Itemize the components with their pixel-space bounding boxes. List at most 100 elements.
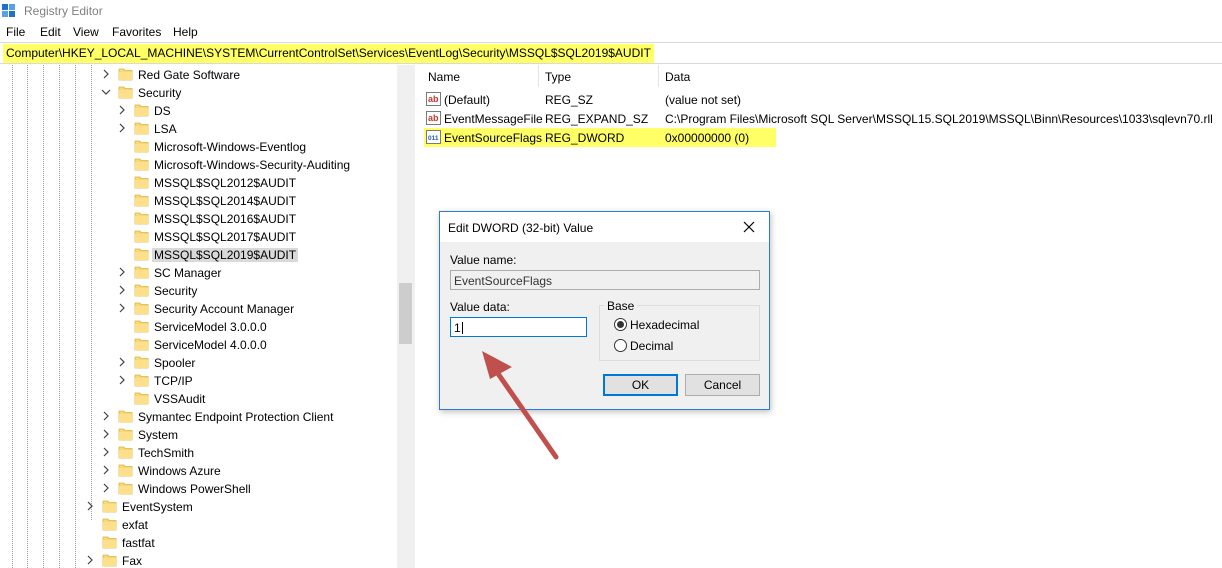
tree-item-label[interactable]: ServiceModel 3.0.0.0 [152, 320, 269, 334]
tree-item[interactable]: DS [0, 102, 395, 120]
close-icon[interactable] [740, 218, 758, 236]
tree-item[interactable]: exfat [0, 516, 395, 534]
chevron-right-icon[interactable] [101, 68, 111, 80]
tree-item-label[interactable]: Spooler [152, 356, 197, 370]
menu-favorites[interactable]: Favorites [112, 25, 161, 39]
tree-item-label[interactable]: EventSystem [120, 500, 195, 514]
tree-item-label[interactable]: MSSQL$SQL2012$AUDIT [152, 176, 298, 190]
chevron-right-icon[interactable] [101, 410, 111, 422]
tree-item[interactable]: Fax [0, 552, 395, 568]
tree-item[interactable]: Windows PowerShell [0, 480, 395, 498]
tree-item-label[interactable]: Microsoft-Windows-Eventlog [152, 140, 308, 154]
tree-item[interactable]: ServiceModel 4.0.0.0 [0, 336, 395, 354]
tree-item[interactable]: MSSQL$SQL2019$AUDIT [0, 246, 395, 264]
chevron-right-icon[interactable] [117, 302, 127, 314]
value-type: REG_DWORD [545, 131, 625, 145]
ok-button[interactable]: OK [603, 374, 678, 396]
tree-item-label[interactable]: VSSAudit [152, 392, 207, 406]
menu-file[interactable]: File [6, 25, 25, 39]
hexadecimal-label[interactable]: Hexadecimal [630, 318, 699, 332]
tree-item[interactable]: System [0, 426, 395, 444]
cancel-button[interactable]: Cancel [685, 374, 760, 396]
chevron-right-icon[interactable] [117, 266, 127, 278]
value-data-input[interactable]: 1 [450, 317, 587, 337]
chevron-right-icon[interactable] [101, 446, 111, 458]
tree-item-label[interactable]: SC Manager [152, 266, 223, 280]
menu-help[interactable]: Help [173, 25, 198, 39]
chevron-right-icon[interactable] [101, 482, 111, 494]
menu-edit[interactable]: Edit [40, 25, 61, 39]
key-tree-pane[interactable]: Red Gate Software Security DS LSA Microsoft-… [0, 65, 414, 568]
tree-item[interactable]: fastfat [0, 534, 395, 552]
tree-item[interactable]: Symantec Endpoint Protection Client [0, 408, 395, 426]
decimal-label[interactable]: Decimal [630, 339, 673, 353]
chevron-right-icon[interactable] [117, 284, 127, 296]
tree-item-label[interactable]: Security [152, 284, 199, 298]
tree-item[interactable]: SC Manager [0, 264, 395, 282]
tree-item[interactable]: ServiceModel 3.0.0.0 [0, 318, 395, 336]
chevron-right-icon[interactable] [101, 428, 111, 440]
tree-item-label[interactable]: Red Gate Software [136, 68, 242, 82]
tree-item[interactable]: Security [0, 84, 395, 102]
tree-item-label[interactable]: MSSQL$SQL2016$AUDIT [152, 212, 298, 226]
tree-item[interactable]: MSSQL$SQL2012$AUDIT [0, 174, 395, 192]
tree-item-label[interactable]: Microsoft-Windows-Security-Auditing [152, 158, 352, 172]
chevron-down-icon[interactable] [101, 86, 111, 98]
menu-view[interactable]: View [73, 25, 99, 39]
chevron-right-icon[interactable] [117, 356, 127, 368]
tree-item-label[interactable]: ServiceModel 4.0.0.0 [152, 338, 269, 352]
tree-item[interactable]: Microsoft-Windows-Eventlog [0, 138, 395, 156]
hexadecimal-radio[interactable] [614, 318, 627, 331]
tree-item-label[interactable]: Windows PowerShell [136, 482, 253, 496]
chevron-right-icon[interactable] [117, 122, 127, 134]
tree-item[interactable]: Security [0, 282, 395, 300]
decimal-radio[interactable] [614, 339, 627, 352]
address-bar[interactable]: Computer\HKEY_LOCAL_MACHINE\SYSTEM\Curre… [0, 42, 1222, 64]
column-header-type[interactable]: Type [545, 70, 571, 84]
tree-item[interactable]: MSSQL$SQL2016$AUDIT [0, 210, 395, 228]
tree-item[interactable]: MSSQL$SQL2014$AUDIT [0, 192, 395, 210]
tree-item[interactable]: Spooler [0, 354, 395, 372]
tree-item[interactable]: MSSQL$SQL2017$AUDIT [0, 228, 395, 246]
chevron-right-icon[interactable] [117, 104, 127, 116]
column-header-data[interactable]: Data [665, 70, 690, 84]
column-separator[interactable] [658, 65, 659, 87]
tree-item[interactable]: VSSAudit [0, 390, 395, 408]
tree-item[interactable]: LSA [0, 120, 395, 138]
tree-item-label[interactable]: Symantec Endpoint Protection Client [136, 410, 335, 424]
chevron-right-icon[interactable] [101, 464, 111, 476]
tree-item-label[interactable]: fastfat [120, 536, 157, 550]
tree-item[interactable]: EventSystem [0, 498, 395, 516]
tree-scrollbar-thumb[interactable] [399, 283, 412, 344]
pane-splitter[interactable] [414, 65, 422, 568]
column-separator[interactable] [538, 65, 539, 87]
tree-item-label[interactable]: MSSQL$SQL2017$AUDIT [152, 230, 298, 244]
tree-item-label[interactable]: Security Account Manager [152, 302, 296, 316]
tree-item-label[interactable]: System [136, 428, 180, 442]
tree-item-label[interactable]: TechSmith [136, 446, 196, 460]
tree-item-label[interactable]: LSA [152, 122, 179, 136]
chevron-right-icon[interactable] [85, 554, 95, 566]
value-row[interactable]: 011 EventSourceFlags REG_DWORD 0x00000000 (… [424, 128, 776, 147]
tree-item-label[interactable]: Windows Azure [136, 464, 223, 478]
tree-scrollbar[interactable] [397, 65, 414, 568]
tree-item-label[interactable]: TCP/IP [152, 374, 195, 388]
tree-item[interactable]: TCP/IP [0, 372, 395, 390]
tree-item[interactable]: Windows Azure [0, 462, 395, 480]
value-row[interactable]: ab (Default) REG_SZ (value not set) [424, 90, 1204, 109]
tree-item[interactable]: Microsoft-Windows-Security-Auditing [0, 156, 395, 174]
chevron-right-icon[interactable] [85, 500, 95, 512]
tree-item-label[interactable]: Security [136, 86, 183, 100]
tree-item-label[interactable]: MSSQL$SQL2014$AUDIT [152, 194, 298, 208]
tree-item-label[interactable]: DS [152, 104, 173, 118]
tree-item-label-selected[interactable]: MSSQL$SQL2019$AUDIT [152, 248, 299, 262]
tree-item-label[interactable]: Fax [120, 554, 144, 568]
column-header-name[interactable]: Name [428, 70, 460, 84]
tree-item[interactable]: TechSmith [0, 444, 395, 462]
tree-item-label[interactable]: exfat [120, 518, 150, 532]
chevron-right-icon[interactable] [117, 374, 127, 386]
address-path[interactable]: Computer\HKEY_LOCAL_MACHINE\SYSTEM\Curre… [3, 44, 654, 63]
tree-item[interactable]: Security Account Manager [0, 300, 395, 318]
tree-item[interactable]: Red Gate Software [0, 66, 395, 84]
value-row[interactable]: ab EventMessageFile REG_EXPAND_SZ C:\Progra… [424, 109, 1213, 128]
